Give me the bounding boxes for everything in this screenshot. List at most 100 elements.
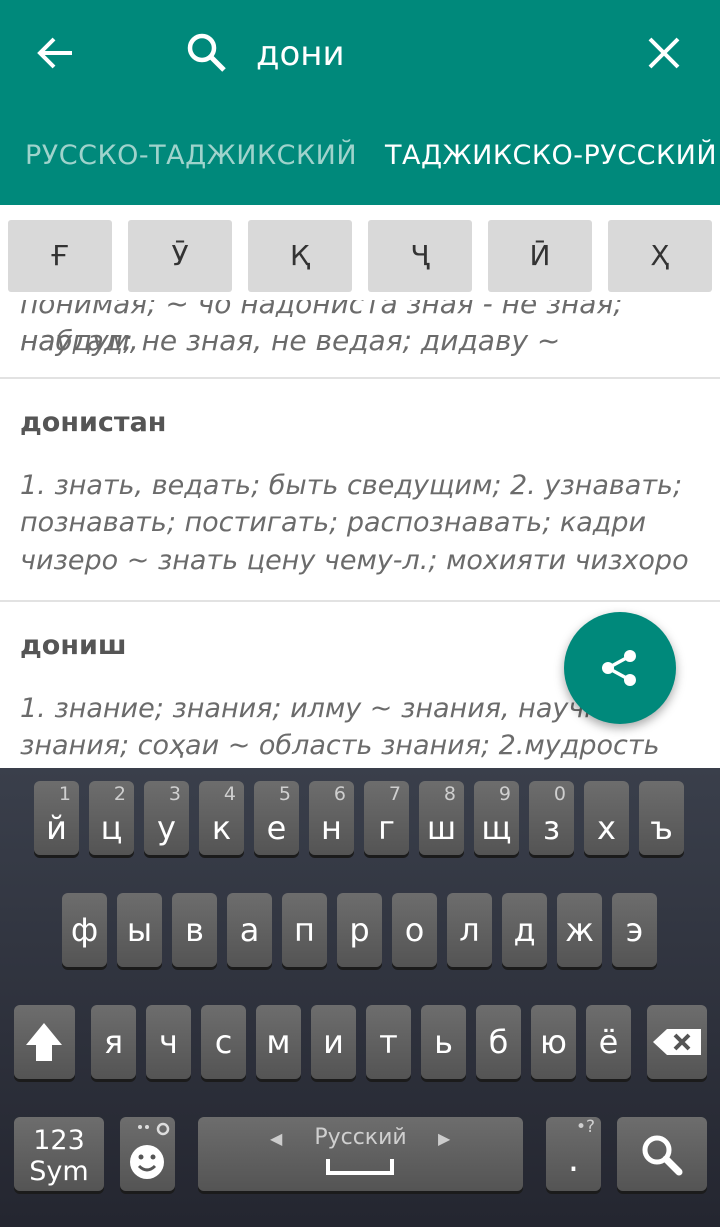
- search-icon: [642, 1135, 683, 1176]
- key-number-hint: 4: [223, 783, 236, 805]
- emoji-icon: [130, 1122, 170, 1179]
- key-label: я: [103, 1023, 124, 1061]
- key[interactable]: 3у: [144, 781, 189, 855]
- key-number-hint: 2: [113, 783, 126, 805]
- key-label: ъ: [650, 809, 673, 847]
- key[interactable]: ф: [62, 893, 107, 967]
- key-number-hint: 8: [443, 783, 456, 805]
- key[interactable]: 1й: [34, 781, 79, 855]
- key[interactable]: о: [392, 893, 437, 967]
- key-label: и: [323, 1023, 344, 1061]
- key-label: ё: [598, 1023, 619, 1061]
- char-key[interactable]: Қ: [248, 220, 352, 292]
- key[interactable]: 9щ: [474, 781, 519, 855]
- key-label: 123: [33, 1125, 85, 1156]
- key-label: г: [378, 809, 395, 847]
- key[interactable]: в: [172, 893, 217, 967]
- backspace-key[interactable]: [647, 1005, 707, 1079]
- tab-tajik-russian[interactable]: ТАДЖИКСКО-РУССКИЙ: [385, 140, 717, 171]
- char-key[interactable]: Ӯ: [128, 220, 232, 292]
- key-label: э: [625, 911, 644, 949]
- key[interactable]: 8ш: [419, 781, 464, 855]
- key-label: щ: [481, 809, 512, 847]
- key[interactable]: х: [584, 781, 629, 855]
- key-label: м: [266, 1023, 291, 1061]
- symbols-key[interactable]: 123 Sym: [14, 1117, 104, 1191]
- key[interactable]: э: [612, 893, 657, 967]
- char-key[interactable]: Ғ: [8, 220, 112, 292]
- key[interactable]: ю: [531, 1005, 576, 1079]
- language-next-icon: ▶: [438, 1129, 451, 1148]
- key-label: е: [266, 809, 287, 847]
- char-key[interactable]: Ҳ: [608, 220, 712, 292]
- key[interactable]: ж: [557, 893, 602, 967]
- search-key[interactable]: [617, 1117, 707, 1191]
- key[interactable]: и: [311, 1005, 356, 1079]
- key-number-hint: 6: [333, 783, 346, 805]
- key[interactable]: 2ц: [89, 781, 134, 855]
- key-label: з: [542, 809, 560, 847]
- key[interactable]: с: [201, 1005, 246, 1079]
- share-button[interactable]: [564, 612, 676, 724]
- soft-keyboard: 1й 2ц 3у 4к 5е 6н 7г 8ш 9щ 0з х ъ ф ы в …: [0, 768, 720, 1227]
- key-label: ф: [70, 911, 99, 949]
- key[interactable]: 7г: [364, 781, 409, 855]
- key[interactable]: л: [447, 893, 492, 967]
- key-label: т: [379, 1023, 398, 1061]
- key-number-hint: 0: [553, 783, 566, 805]
- key[interactable]: ъ: [639, 781, 684, 855]
- char-key[interactable]: Ӣ: [488, 220, 592, 292]
- key-label: х: [597, 809, 616, 847]
- key-number-hint: 7: [388, 783, 401, 805]
- char-key[interactable]: Ҷ: [368, 220, 472, 292]
- key-hint: •?: [575, 1117, 595, 1137]
- search-icon: [186, 32, 228, 74]
- app-bar: дони РУССКО-ТАДЖИКСКИЙ ТАДЖИКСКО-РУССКИЙ: [0, 0, 720, 205]
- key-label: ц: [100, 809, 123, 847]
- key-label: ь: [434, 1023, 453, 1061]
- entry-definition-line: 1. знать, ведать; быть сведущим; 2. узна…: [20, 470, 683, 501]
- key-label: ю: [540, 1023, 567, 1061]
- emoji-key[interactable]: [120, 1117, 175, 1191]
- key-label: н: [321, 809, 342, 847]
- key[interactable]: 5е: [254, 781, 299, 855]
- close-icon[interactable]: [644, 33, 684, 73]
- period-key[interactable]: •? .: [546, 1117, 601, 1191]
- tab-russian-tajik[interactable]: РУССКО-ТАДЖИКСКИЙ: [25, 140, 357, 171]
- key[interactable]: я: [91, 1005, 136, 1079]
- key[interactable]: ч: [146, 1005, 191, 1079]
- key-label: р: [349, 911, 370, 949]
- key[interactable]: 4к: [199, 781, 244, 855]
- entry-definition-line: знания; соҳаи ~ область знания; 2.мудрос…: [20, 730, 660, 761]
- key-label: б: [488, 1023, 509, 1061]
- key[interactable]: ё: [586, 1005, 631, 1079]
- key[interactable]: д: [502, 893, 547, 967]
- key[interactable]: б: [476, 1005, 521, 1079]
- key-label: о: [404, 911, 425, 949]
- search-input[interactable]: дони: [256, 34, 345, 74]
- key[interactable]: п: [282, 893, 327, 967]
- special-char-row: Ғ Ӯ Қ Ҷ Ӣ Ҳ: [0, 205, 720, 300]
- key[interactable]: т: [366, 1005, 411, 1079]
- key-label: д: [513, 911, 536, 949]
- partial-definition-line: наугад; не зная, не ведая; дидаву ~: [20, 324, 561, 357]
- key-label: ы: [126, 911, 153, 949]
- key[interactable]: м: [256, 1005, 301, 1079]
- key[interactable]: 6н: [309, 781, 354, 855]
- key-label: у: [157, 809, 176, 847]
- key[interactable]: ы: [117, 893, 162, 967]
- entry-headword[interactable]: донистан: [20, 407, 166, 438]
- key[interactable]: ь: [421, 1005, 466, 1079]
- shift-key[interactable]: [14, 1005, 75, 1079]
- key[interactable]: а: [227, 893, 272, 967]
- key-label: в: [185, 911, 204, 949]
- space-key[interactable]: ◀ Русский ▶: [198, 1117, 523, 1191]
- key[interactable]: р: [337, 893, 382, 967]
- key[interactable]: 0з: [529, 781, 574, 855]
- key-number-hint: 3: [168, 783, 181, 805]
- back-arrow-icon[interactable]: [36, 33, 76, 73]
- entry-headword[interactable]: дониш: [20, 630, 127, 661]
- entry-definition-line: чизеро ~ знать цену чему-л.; мохияти чиз…: [20, 545, 689, 576]
- key-label: п: [294, 911, 315, 949]
- share-icon: [602, 650, 636, 686]
